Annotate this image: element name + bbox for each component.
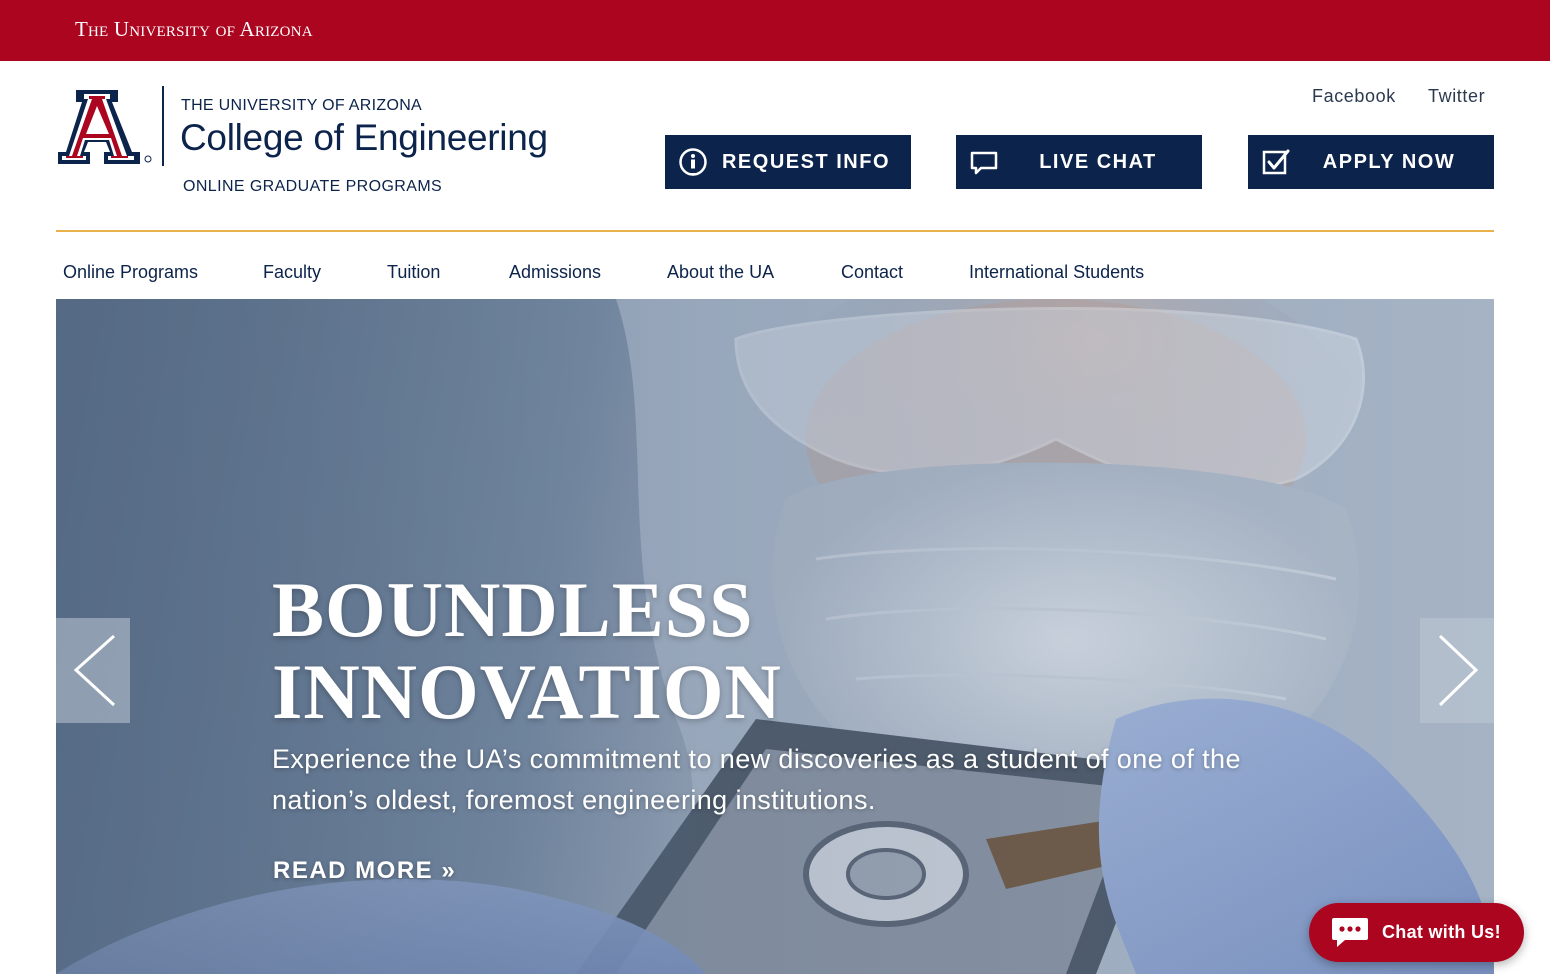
hero-title: BOUNDLESS INNOVATION — [272, 569, 782, 733]
chat-with-us-button[interactable]: Chat with Us! — [1309, 903, 1524, 962]
live-chat-button[interactable]: LIVE CHAT — [956, 135, 1202, 189]
chevron-left-icon — [73, 634, 116, 707]
request-info-button[interactable]: REQUEST INFO — [665, 135, 911, 189]
apply-now-label: APPLY NOW — [1322, 150, 1456, 173]
nav-item-admissions[interactable]: Admissions — [509, 262, 601, 283]
apply-now-button[interactable]: APPLY NOW — [1248, 135, 1494, 189]
chevron-right-icon — [1438, 634, 1479, 707]
live-chat-label: LIVE CHAT — [1039, 150, 1157, 173]
twitter-link[interactable]: Twitter — [1428, 86, 1485, 107]
university-topbar: The University of Arizona — [0, 0, 1550, 61]
hero-description: Experience the UA’s commitment to new di… — [272, 744, 1241, 815]
carousel-prev-button[interactable] — [56, 618, 130, 723]
hero-title-line2: INNOVATION — [272, 648, 782, 735]
nav-item-tuition[interactable]: Tuition — [387, 262, 440, 283]
hero-title-line1: BOUNDLESS — [272, 566, 754, 653]
nav-item-faculty[interactable]: Faculty — [263, 262, 321, 283]
carousel-next-button[interactable] — [1420, 618, 1494, 723]
brand-university[interactable]: THE UNIVERSITY OF ARIZONA — [181, 97, 422, 115]
brand-subtitle[interactable]: ONLINE GRADUATE PROGRAMS — [183, 178, 442, 196]
nav-item-international-students[interactable]: International Students — [969, 262, 1144, 283]
request-info-label: REQUEST INFO — [721, 150, 890, 173]
block-a-logo-icon[interactable] — [56, 86, 156, 168]
header-divider — [56, 230, 1494, 232]
nav-item-online-programs[interactable]: Online Programs — [63, 262, 198, 283]
university-topbar-title[interactable]: The University of Arizona — [75, 17, 313, 42]
chat-with-us-label: Chat with Us! — [1382, 922, 1501, 942]
nav-item-contact[interactable]: Contact — [841, 262, 903, 283]
logo-divider — [162, 86, 164, 166]
chat-dots-icon — [1332, 918, 1368, 947]
nav-item-about-the-ua[interactable]: About the UA — [667, 262, 774, 283]
read-more-link[interactable]: READ MORE » — [273, 857, 456, 885]
hero-carousel: BOUNDLESS INNOVATION Experience the UA’s… — [56, 299, 1494, 974]
brand-college[interactable]: College of Engineering — [180, 117, 548, 159]
facebook-link[interactable]: Facebook — [1312, 86, 1396, 107]
